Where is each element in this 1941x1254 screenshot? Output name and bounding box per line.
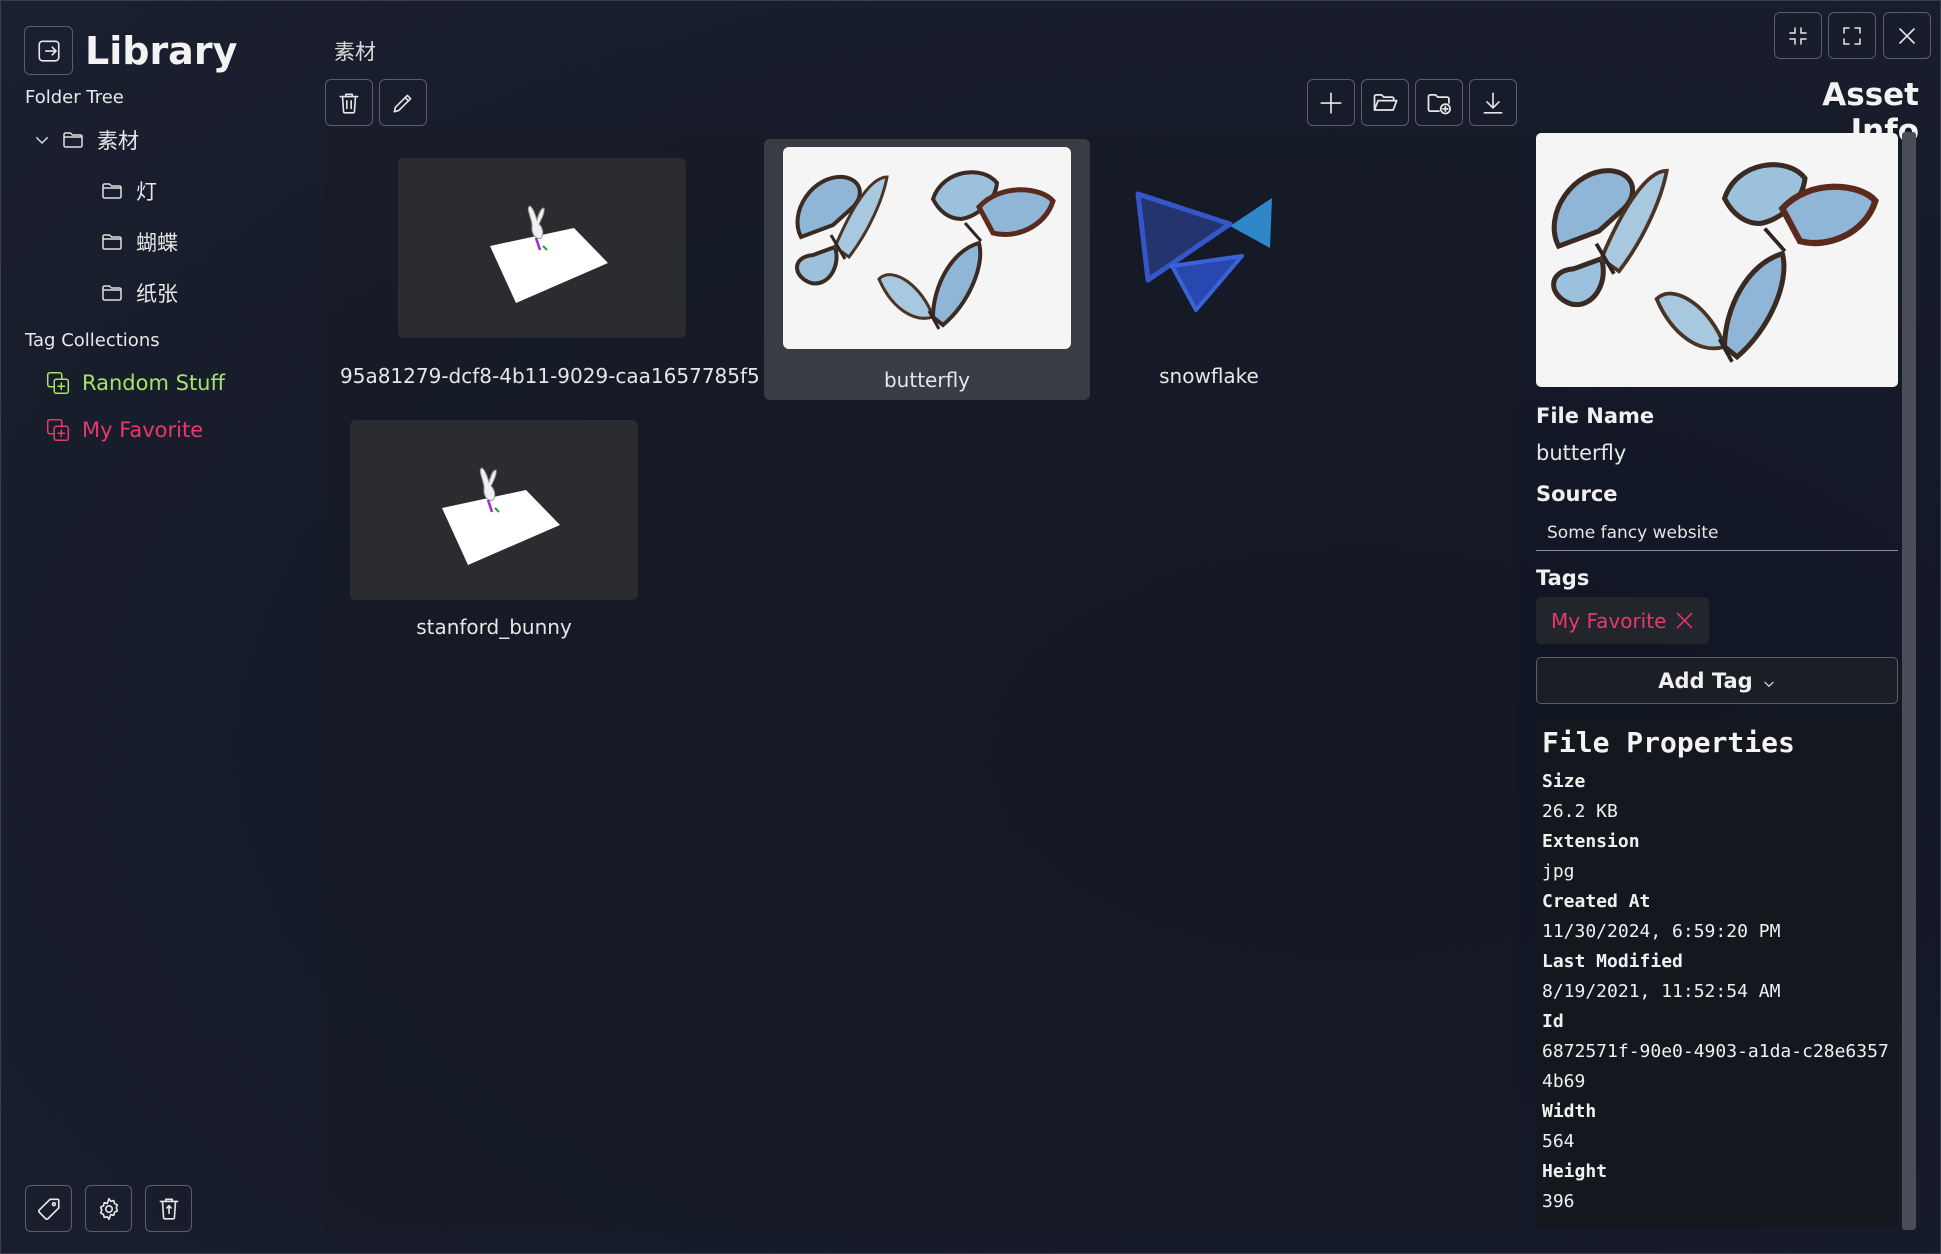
folder-tree-item-root[interactable]: 素材 xyxy=(33,125,139,155)
add-tag-label: Add Tag xyxy=(1658,668,1753,693)
folder-icon xyxy=(102,234,122,250)
gear-icon xyxy=(99,1197,118,1220)
app-title: Library xyxy=(85,29,238,73)
tag-collection-random-stuff[interactable]: Random Stuff xyxy=(45,367,225,399)
chevron-down-icon xyxy=(1764,681,1774,687)
property-value: 396 xyxy=(1542,1191,1575,1212)
plus-icon xyxy=(1320,91,1342,114)
asset-name: 95a81279-dcf8-4b11-9029-caa1657785f5 xyxy=(340,364,760,388)
property-value: jpg xyxy=(1542,861,1575,882)
asset-name: butterfly xyxy=(883,368,970,392)
file-properties: File Properties Size 26.2 KB Extension j… xyxy=(1536,717,1898,1227)
file-name-value[interactable]: butterfly xyxy=(1536,441,1626,465)
asset-grid: 95a81279-dcf8-4b11-9029-caa1657785f5 but… xyxy=(325,132,1518,1230)
folder-label: 蝴蝶 xyxy=(136,231,178,255)
trash-icon xyxy=(339,93,359,114)
asset-thumbnail xyxy=(398,158,686,338)
add-tag-button[interactable]: Add Tag xyxy=(1536,657,1898,704)
settings-button[interactable] xyxy=(85,1185,132,1232)
exit-library-button[interactable] xyxy=(24,26,73,75)
tags-label: Tags xyxy=(1536,566,1590,590)
panel-scrollbar[interactable] xyxy=(1902,132,1916,1230)
asset-card-selected[interactable]: butterfly xyxy=(764,139,1090,400)
tags-button[interactable] xyxy=(25,1185,72,1232)
property-value: 8/19/2021, 11:52:54 AM xyxy=(1542,981,1781,1002)
folder-open-icon xyxy=(1373,93,1398,111)
folder-tree-item[interactable]: 灯 xyxy=(100,176,157,206)
tag-chip: My Favorite xyxy=(1536,597,1709,644)
asset-name: snowflake xyxy=(1159,364,1259,388)
minimize-corners-icon xyxy=(1789,26,1807,45)
property-label: Size xyxy=(1542,771,1586,792)
breadcrumb: 素材 xyxy=(334,40,376,64)
folder-label: 纸张 xyxy=(136,282,178,306)
remove-tag-icon[interactable] xyxy=(1674,610,1695,631)
tag-collection-icon xyxy=(46,418,70,442)
asset-card[interactable]: stanford_bunny xyxy=(350,420,638,660)
source-input[interactable] xyxy=(1536,515,1898,551)
folder-tree-label: Folder Tree xyxy=(25,87,124,108)
import-button[interactable] xyxy=(1469,79,1517,126)
property-label: Created At xyxy=(1542,891,1651,912)
folder-add-icon xyxy=(1427,93,1451,114)
close-icon xyxy=(1899,27,1915,44)
tag-collections-label: Tag Collections xyxy=(25,330,160,351)
folder-label: 灯 xyxy=(136,180,157,204)
folder-label: 素材 xyxy=(97,129,139,153)
tag-collection-label: Random Stuff xyxy=(82,371,225,395)
snowflake-image xyxy=(1135,191,1272,312)
file-properties-title: File Properties xyxy=(1542,726,1795,759)
folder-icon xyxy=(102,183,122,199)
property-value: 564 xyxy=(1542,1131,1575,1152)
folder-tree-item[interactable]: 纸张 xyxy=(100,278,178,308)
maximize-icon xyxy=(1843,26,1861,45)
asset-thumbnail xyxy=(1124,158,1304,338)
property-label: Extension xyxy=(1542,831,1640,852)
sidebar: Library Folder Tree 素材 灯 蝴蝶 纸张 Tag Colle… xyxy=(1,1,321,1254)
tag-collection-label: My Favorite xyxy=(82,418,204,442)
property-label: Height xyxy=(1542,1161,1608,1182)
asset-preview xyxy=(1536,133,1898,387)
tag-icon xyxy=(37,1197,60,1220)
maximize-button[interactable] xyxy=(1828,12,1876,59)
exit-icon xyxy=(37,39,60,62)
asset-card[interactable]: snowflake xyxy=(1119,145,1304,395)
asset-thumbnail xyxy=(783,147,1071,349)
butterfly-image xyxy=(1551,162,1879,363)
tag-chip-label: My Favorite xyxy=(1551,608,1667,633)
open-folder-button[interactable] xyxy=(1361,79,1409,126)
property-label: Last Modified xyxy=(1542,951,1683,972)
pencil-icon xyxy=(393,94,412,112)
download-icon xyxy=(1483,91,1503,114)
property-label: Width xyxy=(1542,1101,1597,1122)
property-value: 11/30/2024, 6:59:20 PM xyxy=(1542,921,1781,942)
asset-card[interactable]: 95a81279-dcf8-4b11-9029-caa1657785f5 xyxy=(340,145,760,395)
property-value: 26.2 KB xyxy=(1542,801,1618,822)
3d-model-preview xyxy=(442,467,560,565)
close-button[interactable] xyxy=(1883,12,1931,59)
app-window: Library Folder Tree 素材 灯 蝴蝶 纸张 Tag Colle… xyxy=(0,0,1941,1254)
property-value: 6872571f-90e0-4903-a1da-c28e63574b69 xyxy=(1542,1041,1889,1092)
3d-model-preview xyxy=(490,205,608,303)
recycle-bin-icon xyxy=(159,1197,178,1220)
tag-collection-my-favorite[interactable]: My Favorite xyxy=(45,414,203,446)
tag-collection-icon xyxy=(46,371,70,395)
rename-button[interactable] xyxy=(379,79,427,126)
add-asset-button[interactable] xyxy=(1307,79,1355,126)
asset-thumbnail xyxy=(350,420,638,600)
new-folder-button[interactable] xyxy=(1415,79,1463,126)
source-label: Source xyxy=(1536,482,1618,506)
butterfly-image xyxy=(795,170,1056,330)
asset-name: stanford_bunny xyxy=(416,615,572,639)
folder-icon xyxy=(102,285,122,301)
chevron-down-icon[interactable] xyxy=(33,131,51,149)
property-label: Id xyxy=(1542,1011,1564,1032)
recycle-bin-button[interactable] xyxy=(145,1185,192,1232)
shrink-button[interactable] xyxy=(1774,12,1822,59)
file-name-label: File Name xyxy=(1536,404,1655,428)
folder-icon xyxy=(63,132,83,148)
folder-tree-item[interactable]: 蝴蝶 xyxy=(100,227,178,257)
delete-button[interactable] xyxy=(325,79,373,126)
